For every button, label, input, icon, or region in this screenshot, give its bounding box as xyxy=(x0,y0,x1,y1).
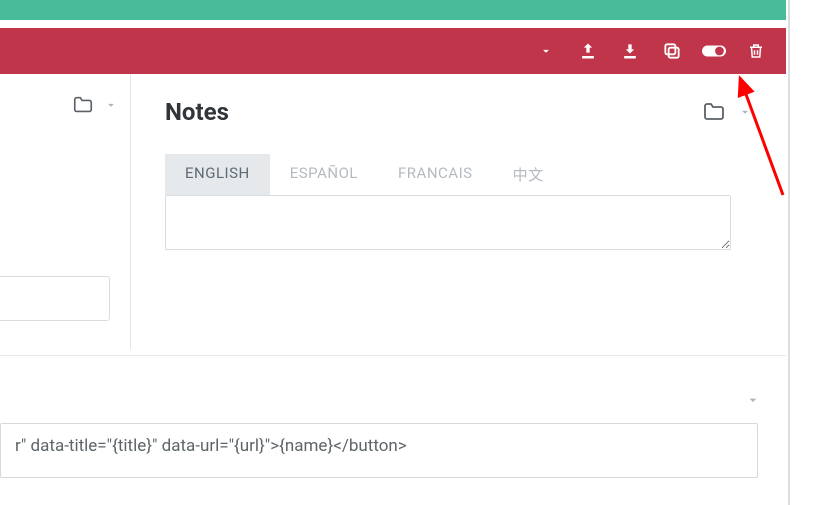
trash-icon[interactable] xyxy=(744,39,768,63)
copy-icon[interactable] xyxy=(660,39,684,63)
chevron-down-icon[interactable] xyxy=(738,105,752,119)
download-icon[interactable] xyxy=(618,39,642,63)
sidebar-input-box[interactable] xyxy=(0,276,110,321)
language-tabs: ENGLISH ESPAÑOL FRANCAIS 中文 xyxy=(165,154,752,195)
top-green-bar xyxy=(0,0,786,20)
main-panel: Notes ENGLISH ESPAÑOL FRANCAIS 中文 xyxy=(131,74,786,264)
tab-english[interactable]: ENGLISH xyxy=(165,154,270,195)
tab-francais[interactable]: FRANCAIS xyxy=(378,154,493,195)
page-title: Notes xyxy=(165,98,229,126)
chevron-down-icon[interactable] xyxy=(104,98,118,112)
tab-chinese[interactable]: 中文 xyxy=(493,154,564,195)
red-toolbar xyxy=(0,28,786,74)
toggle-on-icon[interactable] xyxy=(702,39,726,63)
notes-textarea[interactable] xyxy=(165,195,731,250)
folder-icon[interactable] xyxy=(72,94,94,116)
folder-icon[interactable] xyxy=(702,100,726,124)
upload-icon[interactable] xyxy=(576,39,600,63)
toolbar-dropdown-icon[interactable] xyxy=(534,39,558,63)
code-snippet-box[interactable]: r" data-title="{title}" data-url="{url}"… xyxy=(0,423,758,478)
section-divider xyxy=(0,355,786,356)
sidebar-panel xyxy=(0,74,131,349)
chevron-down-icon[interactable] xyxy=(745,392,761,408)
code-snippet-text: r" data-title="{title}" data-url="{url}"… xyxy=(15,436,407,456)
vertical-scrollbar[interactable] xyxy=(788,0,813,505)
tab-espanol[interactable]: ESPAÑOL xyxy=(270,154,378,195)
